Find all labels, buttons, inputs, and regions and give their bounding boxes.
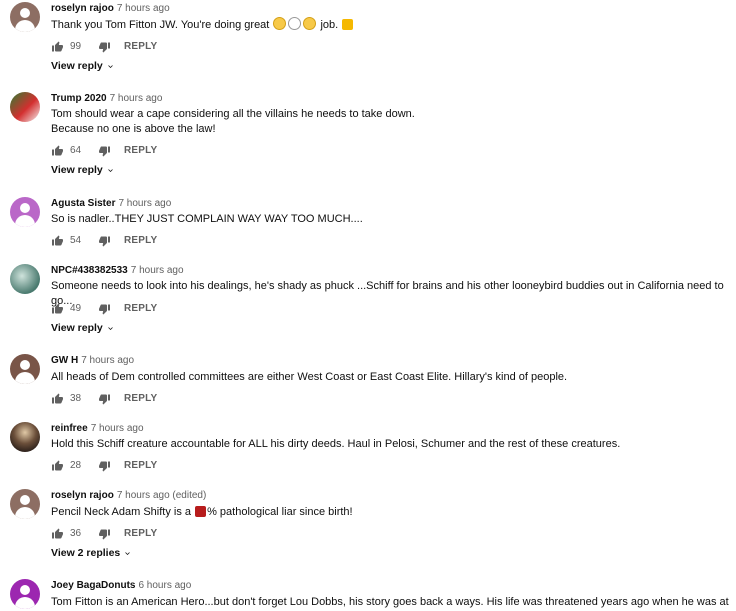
thumbs-up-icon <box>52 460 63 471</box>
comment-author[interactable]: GW H <box>51 355 78 366</box>
dislike-button[interactable] <box>98 460 111 472</box>
comment-text: So is nadler..THEY JUST COMPLAIN WAY WAY… <box>51 213 363 225</box>
thumbs-up-icon <box>52 528 63 539</box>
dislike-button[interactable] <box>98 393 111 405</box>
thumbs-down-icon <box>99 394 110 405</box>
like-button[interactable] <box>51 393 64 405</box>
chevron-down-icon <box>108 168 113 172</box>
like-count: 64 <box>70 145 82 156</box>
like-button[interactable] <box>51 145 64 157</box>
like-button[interactable] <box>51 528 64 540</box>
reply-button[interactable]: REPLY <box>124 144 157 158</box>
avatar[interactable] <box>10 92 40 122</box>
comment-text: Hold this Schiff creature accountable fo… <box>51 438 621 450</box>
thumbs-down-icon <box>99 146 110 157</box>
reply-button[interactable]: REPLY <box>124 527 157 541</box>
comment-time[interactable]: 7 hours ago <box>117 3 170 14</box>
avatar[interactable] <box>10 197 40 227</box>
like-count: 28 <box>70 460 82 471</box>
chevron-down-icon <box>108 326 113 330</box>
like-button[interactable] <box>51 460 64 472</box>
comment-author[interactable]: Joey BagaDonuts <box>51 580 135 591</box>
comment-time[interactable]: 7 hours ago <box>81 355 134 366</box>
avatar[interactable] <box>10 422 40 452</box>
reply-button[interactable]: REPLY <box>124 459 157 473</box>
avatar[interactable] <box>10 489 40 519</box>
thumbs-up-icon <box>52 235 63 246</box>
smile-emoji-icon <box>288 17 302 30</box>
like-count: 36 <box>70 528 82 539</box>
thumbs-down-icon <box>99 42 110 53</box>
smile-emoji-icon <box>273 17 287 30</box>
comment-author[interactable]: Agusta Sister <box>51 198 115 209</box>
thumbs-up-icon <box>52 41 63 52</box>
comment-author[interactable]: reinfree <box>51 423 88 434</box>
like-count: 54 <box>70 235 82 246</box>
comment-time[interactable]: 6 hours ago <box>138 580 191 591</box>
like-button[interactable] <box>51 41 64 53</box>
like-count: 49 <box>70 303 82 314</box>
avatar[interactable] <box>10 2 40 32</box>
dislike-button[interactable] <box>98 235 111 247</box>
thumbs-up-icon <box>52 145 63 156</box>
like-count: 99 <box>70 41 82 52</box>
comment-time[interactable]: 7 hours ago <box>110 93 163 104</box>
reply-button[interactable]: REPLY <box>124 40 157 54</box>
comment-time[interactable]: 7 hours ago <box>91 423 144 434</box>
thumbs-up-icon <box>52 303 63 314</box>
thumbs-up-emoji-icon <box>342 19 354 30</box>
thumbs-down-icon <box>99 461 110 472</box>
reply-button[interactable]: REPLY <box>124 234 157 248</box>
thumbs-up-icon <box>52 393 63 404</box>
dislike-button[interactable] <box>98 41 111 53</box>
comment-author[interactable]: roselyn rajoo <box>51 490 114 501</box>
dislike-button[interactable] <box>98 528 111 540</box>
chevron-down-icon <box>108 64 113 68</box>
chevron-down-icon <box>125 551 131 555</box>
reply-button[interactable]: REPLY <box>124 392 157 406</box>
hundred-emoji-icon <box>195 506 207 517</box>
comment-time[interactable]: 7 hours ago (edited) <box>117 490 207 501</box>
comment-text: Tom Fitton is an American Hero...but don… <box>51 596 729 608</box>
avatar[interactable] <box>10 579 40 609</box>
view-replies-button[interactable]: View 2 replies <box>51 547 132 559</box>
like-count: 38 <box>70 393 82 404</box>
like-button[interactable] <box>51 303 64 315</box>
comment-author[interactable]: Trump 2020 <box>51 93 107 104</box>
thumbs-down-icon <box>99 529 110 540</box>
wink-kiss-emoji-icon <box>303 17 317 30</box>
avatar[interactable] <box>10 264 40 294</box>
comment-author[interactable]: NPC#438382533 <box>51 265 128 276</box>
comment-time[interactable]: 7 hours ago <box>118 198 171 209</box>
comment-text: Thank you Tom Fitton JW. You're doing gr… <box>51 17 731 33</box>
dislike-button[interactable] <box>98 303 111 315</box>
avatar[interactable] <box>10 354 40 384</box>
view-replies-button[interactable]: View reply <box>51 164 115 176</box>
reply-button[interactable]: REPLY <box>124 302 157 316</box>
comment-text: All heads of Dem controlled committees a… <box>51 371 568 383</box>
thumbs-down-icon <box>99 304 110 315</box>
comment-text: Tom should wear a cape considering all t… <box>51 108 415 135</box>
thumbs-down-icon <box>99 236 110 247</box>
dislike-button[interactable] <box>98 145 111 157</box>
comment-text: Pencil Neck Adam Shifty is a % pathologi… <box>51 506 353 518</box>
like-button[interactable] <box>51 235 64 247</box>
comment-author[interactable]: roselyn rajoo <box>51 3 114 14</box>
view-replies-button[interactable]: View reply <box>51 60 115 72</box>
view-replies-button[interactable]: View reply <box>51 322 115 334</box>
comment-time[interactable]: 7 hours ago <box>131 265 184 276</box>
